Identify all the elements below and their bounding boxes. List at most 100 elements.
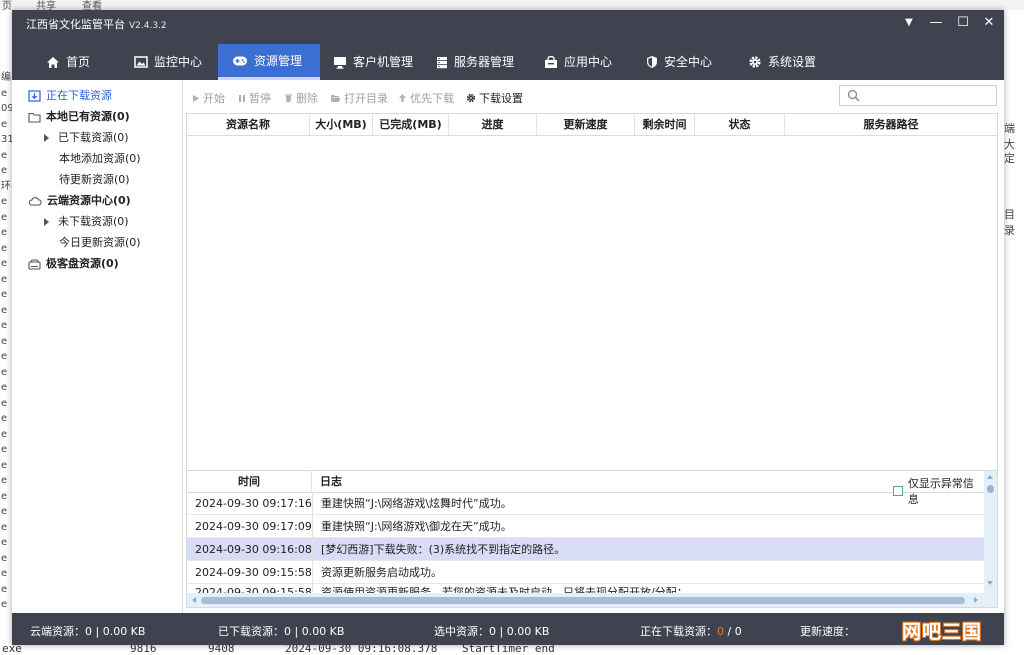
column-header[interactable]: 已完成(MB) [373, 114, 449, 135]
priority-download-button[interactable]: 优先下载 [398, 90, 454, 106]
open-directory-button[interactable]: 打开目录 [330, 90, 388, 106]
button-label: 优先下载 [410, 92, 454, 105]
delete-button[interactable]: 删除 [284, 90, 318, 106]
background-left-column: 编 e 09 e 31 e e 环 e e e e e e e e e e e e e e e e e e e e e e e e e e e [0, 70, 12, 630]
status-label: 选中资源： [434, 625, 489, 638]
tab-label: 系统设置 [768, 55, 817, 69]
log-panel: 时间 日志 仅显示异常信息 2024-09-30 09:17:16 重建快照“J… [186, 470, 998, 608]
status-value: / 0 [724, 625, 742, 638]
scroll-up-icon[interactable] [987, 475, 993, 479]
log-vertical-scrollbar[interactable] [984, 471, 997, 593]
table-header: 资源名称 大小(MB) 已完成(MB) 进度 更新速度 剩余时间 状态 服务器路… [187, 114, 997, 136]
download-icon [28, 90, 41, 102]
log-row[interactable]: 2024-09-30 09:17:16 重建快照“J:\网络游戏\炫舞时代”成功… [187, 492, 984, 515]
background-text: e [1, 382, 8, 393]
log-message: [梦幻西游]下载失败：(3)系统找不到指定的路径。 [321, 543, 566, 556]
pause-button[interactable]: 暂停 [238, 90, 271, 106]
button-label: 暂停 [249, 92, 271, 105]
log-row[interactable]: 2024-09-30 09:17:09 重建快照“J:\网络游戏\御龙在天”成功… [187, 515, 984, 538]
tab-client-management[interactable]: 客户机管理 [319, 44, 427, 80]
disk-icon [28, 258, 41, 270]
tree-item-local-added[interactable]: 本地添加资源(0) [59, 149, 141, 169]
log-row[interactable]: 2024-09-30 09:15:58 资源使用资源更新服务，若您的资源未及时启… [187, 584, 984, 593]
search-icon [847, 89, 860, 102]
tree-item-label: 今日更新资源(0) [59, 236, 141, 249]
tree-item-local-resources[interactable]: 本地已有资源(0) [28, 107, 130, 127]
tree-item-today-updated[interactable]: 今日更新资源(0) [59, 233, 141, 253]
log-time: 2024-09-30 09:17:16 [195, 497, 312, 510]
tab-resource-management[interactable]: 资源管理 [218, 44, 320, 80]
minimize-button[interactable]: — [925, 13, 947, 33]
scroll-thumb[interactable] [987, 485, 994, 493]
tab-label: 监控中心 [154, 55, 203, 69]
app-window: 江西省文化监管平台 V2.4.3.2 ▼ — ☐ ✕ 首页 监控中心 资源管理 客… [12, 10, 1004, 645]
expand-arrow-icon[interactable] [44, 134, 49, 142]
tree-item-downloading[interactable]: 正在下载资源 [28, 86, 112, 106]
background-text: e [1, 521, 8, 533]
scroll-right-icon[interactable] [974, 597, 978, 603]
background-right-column: 端大 定 目录 [1004, 70, 1024, 630]
background-text: e [1, 165, 8, 176]
tab-label: 客户机管理 [353, 55, 414, 69]
start-button[interactable]: 开始 [192, 90, 225, 106]
background-text: e [1, 413, 8, 424]
status-cloud-resources: 云端资源：0 | 0.00 KB [30, 623, 145, 639]
background-log-line: exe 9816 9408 2024-09-30 09:16:08.378 St… [0, 645, 1024, 655]
tab-security-center[interactable]: 安全中心 [632, 44, 726, 80]
scroll-left-icon[interactable] [192, 597, 196, 603]
log-row[interactable]: 2024-09-30 09:16:08 [梦幻西游]下载失败：(3)系统找不到指… [187, 538, 984, 561]
log-time: 2024-09-30 09:15:58 [195, 586, 312, 593]
log-time: 2024-09-30 09:16:08 [195, 543, 312, 556]
column-header[interactable]: 服务器路径 [785, 114, 997, 135]
tree-item-downloaded[interactable]: 已下载资源(0) [44, 128, 129, 148]
log-message: 资源更新服务启动成功。 [321, 566, 442, 579]
scroll-thumb[interactable] [201, 597, 965, 604]
brand-logo: 网吧三国 [902, 621, 983, 643]
log-message-header: 日志 [320, 475, 342, 488]
column-header[interactable]: 更新速度 [537, 114, 635, 135]
title-bar[interactable]: 江西省文化监管平台 V2.4.3.2 ▼ — ☐ ✕ [12, 10, 1004, 36]
log-message: 重建快照“J:\网络游戏\御龙在天”成功。 [321, 520, 512, 533]
tab-server-management[interactable]: 服务器管理 [422, 44, 528, 80]
tab-app-center[interactable]: 应用中心 [530, 44, 626, 80]
resource-tree: 正在下载资源 本地已有资源(0) 已下载资源(0) 本地添加资源(0) 待更新资… [12, 80, 183, 613]
background-text: e [1, 444, 8, 455]
tree-item-label: 本地添加资源(0) [59, 152, 141, 165]
background-text: e [1, 320, 8, 331]
log-time: 2024-09-30 09:17:09 [195, 520, 312, 533]
download-settings-button[interactable]: 下载设置 [466, 90, 523, 106]
status-label: 更新速度： [800, 625, 855, 638]
column-header[interactable]: 剩余时间 [635, 114, 695, 135]
background-text: 定 [1004, 152, 1015, 165]
menu-dropdown-icon[interactable]: ▼ [898, 13, 920, 33]
log-row[interactable]: 2024-09-30 09:15:58 资源更新服务启动成功。 [187, 561, 984, 584]
log-horizontal-scrollbar[interactable] [187, 593, 984, 607]
tree-item-cloud-center[interactable]: 云端资源中心(0) [28, 191, 131, 211]
background-text: e [1, 118, 8, 130]
scrollbar-corner [984, 593, 997, 607]
background-text: e [1, 459, 8, 471]
background-text: e [1, 258, 8, 269]
tree-item-not-downloaded[interactable]: 未下载资源(0) [44, 212, 129, 232]
column-header[interactable]: 进度 [449, 114, 537, 135]
column-header[interactable]: 状态 [695, 114, 785, 135]
tab-system-settings[interactable]: 系统设置 [734, 44, 830, 80]
tree-item-label: 极客盘资源(0) [46, 257, 119, 270]
tree-item-pending-update[interactable]: 待更新资源(0) [59, 170, 130, 190]
log-time-header: 时间 [187, 471, 312, 492]
resource-table: 资源名称 大小(MB) 已完成(MB) 进度 更新速度 剩余时间 状态 服务器路… [186, 113, 998, 477]
tab-monitor[interactable]: 监控中心 [120, 44, 216, 80]
expand-arrow-icon[interactable] [44, 218, 49, 226]
scroll-down-icon[interactable] [987, 581, 993, 585]
column-header[interactable]: 资源名称 [187, 114, 310, 135]
log-message: 资源使用资源更新服务，若您的资源未及时启动，只将去现分配开放/分配： [321, 586, 688, 593]
tree-item-geek-disk[interactable]: 极客盘资源(0) [28, 254, 119, 274]
search-input[interactable] [839, 85, 997, 106]
background-text: e [1, 506, 8, 517]
close-button[interactable]: ✕ [978, 13, 1000, 33]
gear-icon [749, 56, 761, 68]
maximize-button[interactable]: ☐ [952, 13, 974, 33]
tab-home[interactable]: 首页 [32, 44, 104, 80]
background-text: e [1, 304, 8, 316]
column-header[interactable]: 大小(MB) [310, 114, 373, 135]
